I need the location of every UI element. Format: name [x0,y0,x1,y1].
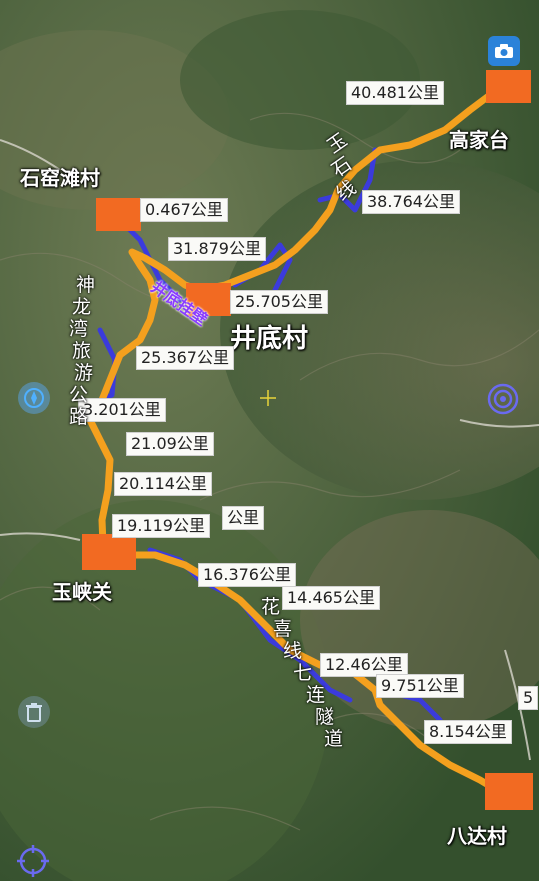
road-label-char: 道 [324,728,344,750]
compass-icon[interactable] [18,382,50,414]
road-label-char: 连 [306,684,326,706]
road-label-char: 路 [69,406,89,428]
road-label-char: 旅 [72,340,92,362]
place-yuxiaguan: 玉峡关 [52,580,112,604]
road-label-char: 七 [293,662,313,684]
road-label-char: 游 [74,362,94,384]
distance-label: 5 [518,686,539,710]
road-label-char: 隧 [315,706,335,728]
road-label-shenlongwan: 神 龙 湾 旅 游 公 路 [69,274,96,428]
terrain-patch [180,10,420,150]
place-jingdi: 井底村 [230,324,309,354]
road-label-char: 喜 [273,618,293,640]
marker-bada[interactable] [485,773,533,810]
camera-icon[interactable] [488,36,520,66]
distance-label: 20.114公里 [114,472,212,496]
target-icon[interactable] [486,382,520,416]
distance-label: 21.09公里 [126,432,214,456]
marker-shiyaotan[interactable] [96,198,141,231]
distance-label: 8.154公里 [424,720,512,744]
road-label-huaxi: 花 喜 线 七 连 隧 道 [198,596,343,750]
marker-gaojiatai[interactable] [486,70,531,103]
road-label-char: 神 [76,274,96,296]
marker-yuxiaguan[interactable] [82,534,136,570]
place-bada: 八达村 [447,824,507,848]
distance-label: 25.367公里 [136,346,234,370]
distance-label: 38.764公里 [362,190,460,214]
distance-label: 16.376公里 [198,563,296,587]
distance-label: 0.467公里 [140,198,228,222]
road-label-char: 湾 [69,318,89,340]
road-label-char: 石 [327,152,356,182]
distance-label: 31.879公里 [168,237,266,261]
road-label-char: 龙 [72,296,92,318]
road-label-char: 公 [69,384,89,406]
distance-label: 19.119公里 [112,514,210,538]
distance-label: 25.705公里 [230,290,328,314]
road-label-char: 花 [261,596,281,618]
trash-icon[interactable] [18,696,50,728]
distance-label: 9.751公里 [376,674,464,698]
place-shiyaotan: 石窑滩村 [20,166,100,190]
distance-label: 公里 [222,506,265,530]
road-label-char: 线 [283,640,303,662]
distance-label: 40.481公里 [346,81,444,105]
locate-icon[interactable] [16,844,50,878]
place-gaojiatai: 高家台 [449,128,509,152]
